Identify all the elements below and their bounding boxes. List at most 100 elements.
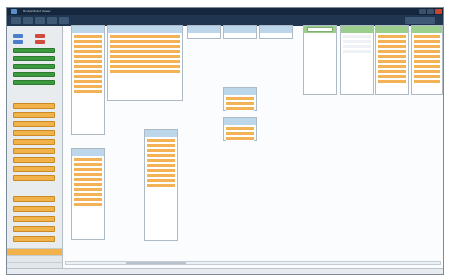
card-row[interactable] bbox=[74, 198, 102, 202]
card-row[interactable] bbox=[74, 75, 102, 79]
orange-button-8[interactable] bbox=[13, 166, 55, 172]
toolbar-edit[interactable]: Edit bbox=[23, 17, 33, 33]
card-row[interactable] bbox=[414, 55, 440, 59]
scrollbar-thumb[interactable] bbox=[126, 262, 186, 264]
card-row[interactable] bbox=[74, 158, 102, 162]
card-row[interactable] bbox=[74, 163, 102, 167]
green-button-2[interactable] bbox=[13, 56, 55, 61]
card-row[interactable] bbox=[378, 40, 406, 44]
orange-button-3[interactable] bbox=[13, 121, 55, 127]
card-row[interactable] bbox=[226, 97, 254, 101]
card-row[interactable] bbox=[74, 203, 102, 207]
green-button-1[interactable] bbox=[13, 48, 55, 53]
card-row[interactable] bbox=[147, 179, 175, 183]
card-row[interactable] bbox=[74, 85, 102, 89]
card-row[interactable] bbox=[74, 193, 102, 197]
green-button-5[interactable] bbox=[13, 80, 55, 85]
card-row[interactable] bbox=[74, 45, 102, 49]
card-row[interactable] bbox=[74, 40, 102, 44]
card-row[interactable] bbox=[414, 80, 440, 84]
card-row[interactable] bbox=[414, 40, 440, 44]
card-row[interactable] bbox=[110, 70, 180, 74]
card-row[interactable] bbox=[110, 35, 180, 39]
card-row[interactable] bbox=[378, 75, 406, 79]
card-row[interactable] bbox=[147, 184, 175, 188]
card-row[interactable] bbox=[74, 55, 102, 59]
card-row[interactable] bbox=[414, 35, 440, 39]
orange-button-9[interactable] bbox=[13, 175, 55, 181]
maximize-button[interactable] bbox=[427, 9, 434, 14]
horizontal-scrollbar[interactable] bbox=[65, 261, 441, 265]
card-row[interactable] bbox=[378, 65, 406, 69]
orange-button-10[interactable] bbox=[13, 196, 55, 202]
sidebar-footer-item-2[interactable] bbox=[7, 255, 62, 262]
orange-button-14[interactable] bbox=[13, 236, 55, 242]
card-row[interactable] bbox=[147, 139, 175, 143]
toolbar-help[interactable]: Help bbox=[59, 17, 69, 33]
card-row[interactable] bbox=[378, 45, 406, 49]
card-row[interactable] bbox=[414, 70, 440, 74]
card-row[interactable] bbox=[378, 50, 406, 54]
orange-button-1[interactable] bbox=[13, 103, 55, 109]
card-row[interactable] bbox=[414, 50, 440, 54]
orange-button-7[interactable] bbox=[13, 157, 55, 163]
card-row[interactable] bbox=[74, 90, 102, 94]
card-row[interactable] bbox=[343, 35, 371, 39]
card-row[interactable] bbox=[226, 127, 254, 131]
card-row[interactable] bbox=[147, 169, 175, 173]
toolbar-file[interactable]: File bbox=[11, 17, 21, 33]
card-row[interactable] bbox=[147, 154, 175, 158]
orange-button-12[interactable] bbox=[13, 216, 55, 222]
card-row[interactable] bbox=[74, 60, 102, 64]
orange-button-5[interactable] bbox=[13, 139, 55, 145]
card-row[interactable] bbox=[414, 45, 440, 49]
toolbar-project[interactable]: Project bbox=[405, 17, 435, 33]
card-row[interactable] bbox=[414, 75, 440, 79]
card-row[interactable] bbox=[378, 80, 406, 84]
card-row[interactable] bbox=[226, 107, 254, 111]
toolbar-tools[interactable]: Tools bbox=[47, 17, 57, 33]
card-row[interactable] bbox=[110, 65, 180, 69]
card-row[interactable] bbox=[110, 55, 180, 59]
card-row[interactable] bbox=[110, 50, 180, 54]
card-row[interactable] bbox=[378, 60, 406, 64]
card-row[interactable] bbox=[74, 50, 102, 54]
card-row[interactable] bbox=[147, 144, 175, 148]
card-row[interactable] bbox=[414, 65, 440, 69]
card-row[interactable] bbox=[226, 137, 254, 141]
card-row[interactable] bbox=[226, 132, 254, 136]
orange-button-13[interactable] bbox=[13, 226, 55, 232]
card-row[interactable] bbox=[147, 159, 175, 163]
card-row[interactable] bbox=[147, 174, 175, 178]
card-row[interactable] bbox=[414, 60, 440, 64]
orange-button-2[interactable] bbox=[13, 112, 55, 118]
close-button[interactable] bbox=[435, 9, 442, 14]
card-row[interactable] bbox=[74, 35, 102, 39]
card-row[interactable] bbox=[226, 102, 254, 106]
orange-button-6[interactable] bbox=[13, 148, 55, 154]
card-row[interactable] bbox=[147, 149, 175, 153]
card-row[interactable] bbox=[147, 164, 175, 168]
card-row[interactable] bbox=[110, 40, 180, 44]
card-row[interactable] bbox=[74, 183, 102, 187]
card-row[interactable] bbox=[74, 178, 102, 182]
card-row[interactable] bbox=[378, 35, 406, 39]
card-row[interactable] bbox=[74, 188, 102, 192]
card-row[interactable] bbox=[378, 55, 406, 59]
card-row[interactable] bbox=[74, 173, 102, 177]
card-row[interactable] bbox=[74, 70, 102, 74]
card-row[interactable] bbox=[74, 80, 102, 84]
minimize-button[interactable] bbox=[419, 9, 426, 14]
panel-header-input[interactable] bbox=[307, 27, 333, 32]
card-row[interactable] bbox=[378, 70, 406, 74]
card-row[interactable] bbox=[343, 50, 371, 54]
card-row[interactable] bbox=[110, 60, 180, 64]
sidebar-footer-item-1[interactable] bbox=[7, 248, 62, 255]
card-row[interactable] bbox=[343, 45, 371, 49]
orange-button-4[interactable] bbox=[13, 130, 55, 136]
green-button-4[interactable] bbox=[13, 72, 55, 77]
card-row[interactable] bbox=[74, 65, 102, 69]
card-row[interactable] bbox=[343, 40, 371, 44]
card-row[interactable] bbox=[74, 168, 102, 172]
orange-button-11[interactable] bbox=[13, 206, 55, 212]
